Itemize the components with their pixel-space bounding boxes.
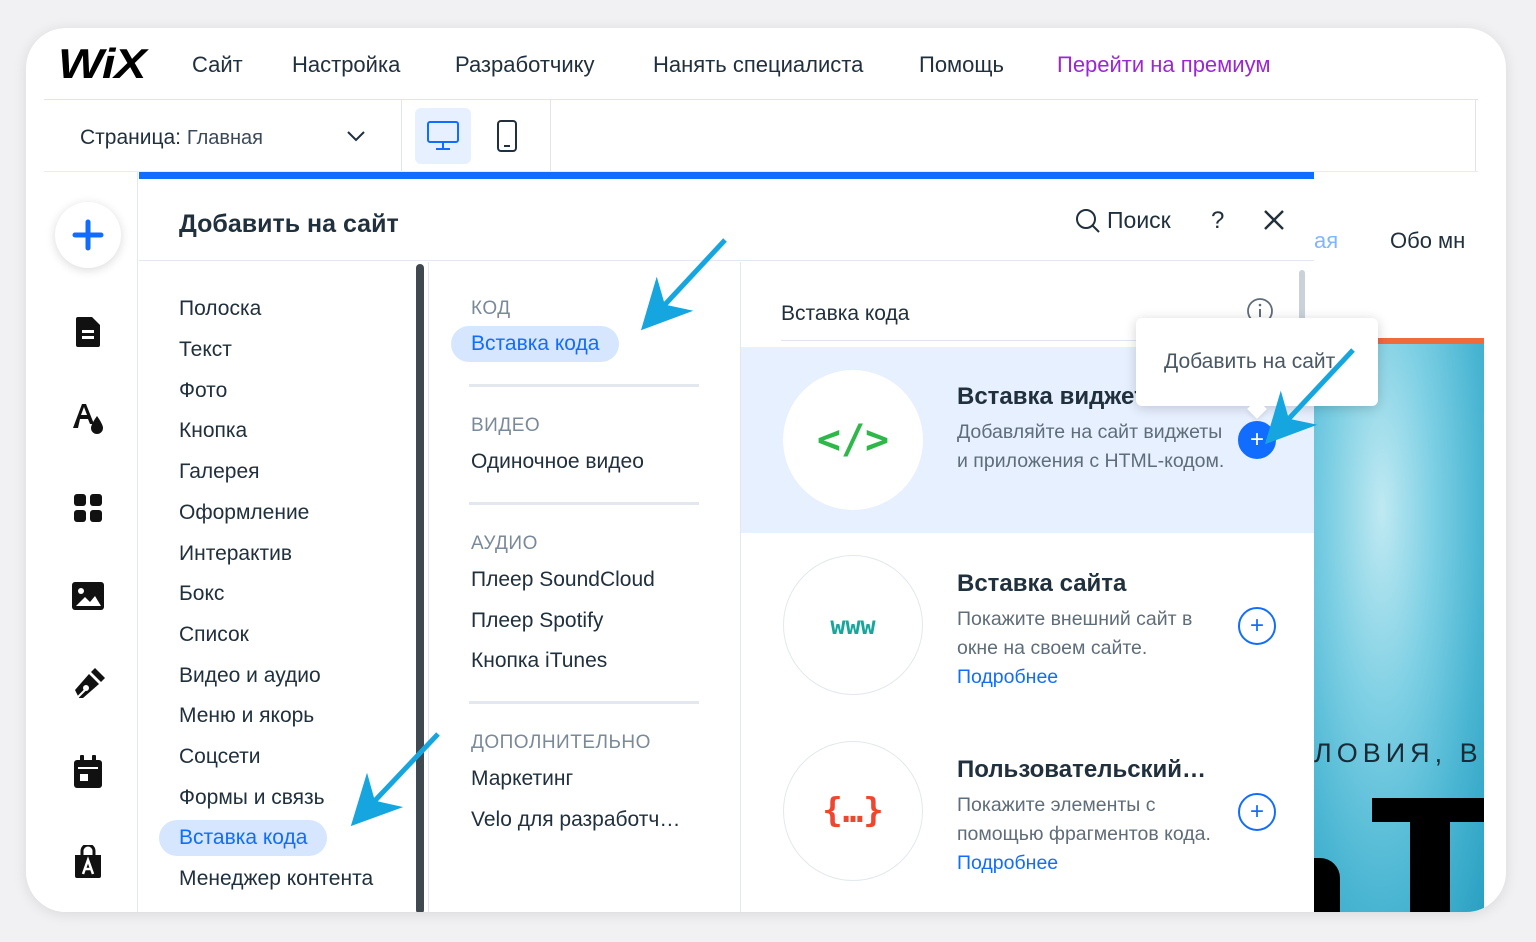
app-market-icon[interactable] bbox=[70, 844, 106, 880]
category-item[interactable]: Кнопка bbox=[179, 419, 247, 443]
site-hero-letter bbox=[1410, 798, 1450, 912]
category-item[interactable]: Видео и аудио bbox=[179, 664, 321, 688]
category-scrollbar[interactable] bbox=[416, 264, 424, 912]
divider bbox=[550, 100, 551, 172]
plus-icon bbox=[72, 219, 104, 251]
subcategory-item[interactable]: Маркетинг bbox=[471, 767, 573, 791]
tooltip: Добавить на сайт bbox=[1136, 318, 1378, 419]
category-item[interactable]: Бокс bbox=[179, 582, 224, 606]
apps-icon[interactable] bbox=[70, 490, 106, 526]
divider bbox=[469, 701, 699, 704]
tooltip-text: Добавить на сайт bbox=[1164, 350, 1336, 373]
section-header: ВИДЕО bbox=[471, 415, 541, 436]
add-widget-button[interactable]: + bbox=[1238, 607, 1276, 645]
subcategory-item[interactable]: Одиночное видео bbox=[471, 450, 644, 474]
panel-header: Добавить на сайт Поиск ? bbox=[139, 179, 1314, 261]
site-hero-letter bbox=[1314, 858, 1340, 912]
category-item[interactable]: Меню и якорь bbox=[179, 704, 314, 728]
add-widget-button[interactable]: + bbox=[1238, 793, 1276, 831]
panel-title: Добавить на сайт bbox=[179, 210, 399, 238]
learn-more-link[interactable]: Подробнее bbox=[957, 666, 1058, 688]
category-item[interactable]: Интерактив bbox=[179, 542, 292, 566]
site-nav-item: ая bbox=[1314, 228, 1339, 253]
category-item[interactable]: Оформление bbox=[179, 501, 309, 525]
top-menu-bar: WiX Сайт Настройка Разработчику Нанять с… bbox=[44, 28, 1484, 100]
search-icon bbox=[1076, 208, 1100, 233]
widget-title: Пользовательский… bbox=[957, 756, 1207, 783]
menu-settings[interactable]: Настройка bbox=[292, 52, 400, 78]
category-item[interactable]: Формы и связь bbox=[179, 786, 325, 810]
widget-item-embed-site[interactable]: www Вставка сайта Покажите внешний сайт … bbox=[741, 533, 1314, 719]
page-selector-label: Страница: bbox=[80, 126, 182, 149]
category-item[interactable]: Текст bbox=[179, 338, 232, 362]
search-label: Поиск bbox=[1107, 207, 1171, 233]
site-hero-caption: ЛОВИЯ, ВІ bbox=[1314, 738, 1484, 768]
section-header: КОД bbox=[471, 298, 511, 319]
subcategory-item[interactable]: Плеер SoundCloud bbox=[471, 568, 655, 592]
close-icon[interactable] bbox=[1261, 207, 1287, 233]
design-theme-icon[interactable] bbox=[70, 400, 106, 436]
widget-title: Вставка виджета bbox=[957, 383, 1160, 410]
category-item[interactable]: Менеджер контента bbox=[179, 867, 373, 891]
section-header: ДОПОЛНИТЕЛЬНО bbox=[471, 732, 651, 753]
subcategory-item-selected[interactable]: Вставка кода bbox=[451, 326, 620, 362]
curly-braces-icon: {…} bbox=[783, 741, 923, 881]
menu-hire[interactable]: Нанять специалиста bbox=[653, 52, 863, 78]
widget-item-custom-element[interactable]: {…} Пользовательский… Покажите элементы … bbox=[741, 719, 1314, 905]
left-toolbar bbox=[44, 172, 138, 912]
widget-description: Покажите элементы с помощью фрагментов к… bbox=[957, 794, 1211, 874]
pages-icon[interactable] bbox=[70, 314, 106, 350]
media-image-icon[interactable] bbox=[70, 578, 106, 614]
divider bbox=[469, 502, 699, 505]
blog-pen-icon[interactable] bbox=[70, 667, 106, 703]
subcategory-item[interactable]: Плеер Spotify bbox=[471, 609, 603, 633]
menu-site[interactable]: Сайт bbox=[192, 52, 243, 78]
screenshot-card: WiX Сайт Настройка Разработчику Нанять с… bbox=[26, 28, 1506, 912]
add-elements-button[interactable] bbox=[55, 202, 121, 268]
divider bbox=[1475, 100, 1476, 172]
bookings-calendar-icon[interactable] bbox=[70, 754, 106, 790]
section-header: АУДИО bbox=[471, 533, 538, 554]
category-item[interactable]: Полоска bbox=[179, 297, 261, 321]
category-list: Полоска Текст Фото Кнопка Галерея Оформл… bbox=[139, 262, 429, 912]
desktop-view-button[interactable] bbox=[415, 108, 471, 164]
upgrade-premium-link[interactable]: Перейти на премиум bbox=[1057, 52, 1270, 78]
divider bbox=[401, 100, 402, 172]
category-item[interactable]: Список bbox=[179, 623, 249, 647]
www-icon: www bbox=[783, 555, 923, 695]
panel-accent-line bbox=[139, 172, 1314, 179]
page-toolbar: Страница: Главная bbox=[44, 100, 1478, 172]
menu-help[interactable]: Помощь bbox=[919, 52, 1004, 78]
section-title: Вставка кода bbox=[781, 302, 910, 325]
subcategory-item[interactable]: Velo для разработч… bbox=[471, 808, 680, 832]
widget-description: Добавляйте на сайт виджеты и приложения … bbox=[957, 421, 1225, 472]
divider bbox=[469, 384, 699, 387]
category-item-selected[interactable]: Вставка кода bbox=[159, 820, 328, 856]
add-widget-button[interactable]: + bbox=[1238, 421, 1276, 459]
mobile-icon bbox=[497, 120, 517, 152]
menu-developer[interactable]: Разработчику bbox=[455, 52, 595, 78]
site-nav-item: Обо мн bbox=[1390, 228, 1466, 253]
help-button[interactable]: ? bbox=[1211, 207, 1224, 235]
category-item[interactable]: Галерея bbox=[179, 460, 260, 484]
site-preview-hero: ЛОВИЯ, ВІ bbox=[1314, 338, 1484, 912]
wix-logo[interactable]: WiX bbox=[58, 40, 147, 88]
widget-description: Покажите внешний сайт в окне на своем са… bbox=[957, 608, 1193, 688]
subcategory-item[interactable]: Кнопка iTunes bbox=[471, 649, 607, 673]
category-item[interactable]: Соцсети bbox=[179, 745, 260, 769]
desktop-icon bbox=[427, 121, 459, 150]
code-icon: </> bbox=[783, 370, 923, 510]
add-to-site-panel: Добавить на сайт Поиск ? Полоска Текст Ф… bbox=[139, 179, 1314, 912]
learn-more-link[interactable]: Подробнее bbox=[957, 852, 1058, 874]
panel-search-button[interactable]: Поиск bbox=[1075, 207, 1171, 234]
page-selector-value: Главная bbox=[186, 127, 263, 149]
chevron-down-icon[interactable] bbox=[344, 124, 368, 148]
widget-title: Вставка сайта bbox=[957, 570, 1127, 597]
category-item[interactable]: Фото bbox=[179, 379, 227, 403]
subcategory-list: КОД Вставка кода ВИДЕО Одиночное видео А… bbox=[431, 262, 741, 912]
page-selector[interactable]: Страница: Главная bbox=[80, 126, 263, 150]
mobile-view-button[interactable] bbox=[479, 108, 535, 164]
